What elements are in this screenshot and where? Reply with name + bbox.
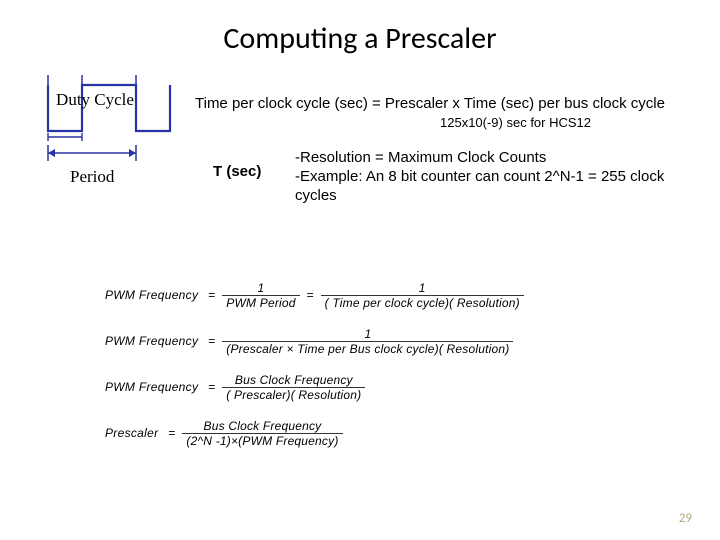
resolution-line-2: -Example: An 8 bit counter can count 2^N… [295,167,695,205]
pwm-waveform-diagram: Duty Cycle Period [40,75,180,205]
t-sec-label: T (sec) [213,163,261,180]
time-per-clock-cycle-formula: Time per clock cycle (sec) = Prescaler x… [195,95,665,112]
slide-title: Computing a Prescaler [0,0,720,57]
page-number: 29 [679,511,692,526]
top-section: Duty Cycle Period Time per clock cycle (… [0,75,720,215]
equation-prescaler: Prescaler = Bus Clock Frequency (2^N -1)… [105,416,527,450]
equation-pwm-freq-3: PWM Frequency = Bus Clock Frequency ( Pr… [105,370,527,404]
resolution-note: -Resolution = Maximum Clock Counts -Exam… [295,148,695,206]
equation-pwm-freq-1: PWM Frequency = 1 PWM Period = 1 ( Time … [105,278,527,312]
duty-cycle-label: Duty Cycle [40,91,150,109]
equation-pwm-freq-2: PWM Frequency = 1 (Prescaler × Time per … [105,324,527,358]
hcs12-bus-time-note: 125x10(-9) sec for HCS12 [440,115,591,130]
resolution-line-1: -Resolution = Maximum Clock Counts [295,148,695,167]
period-label: Period [70,167,114,187]
equation-block: PWM Frequency = 1 PWM Period = 1 ( Time … [105,278,527,462]
